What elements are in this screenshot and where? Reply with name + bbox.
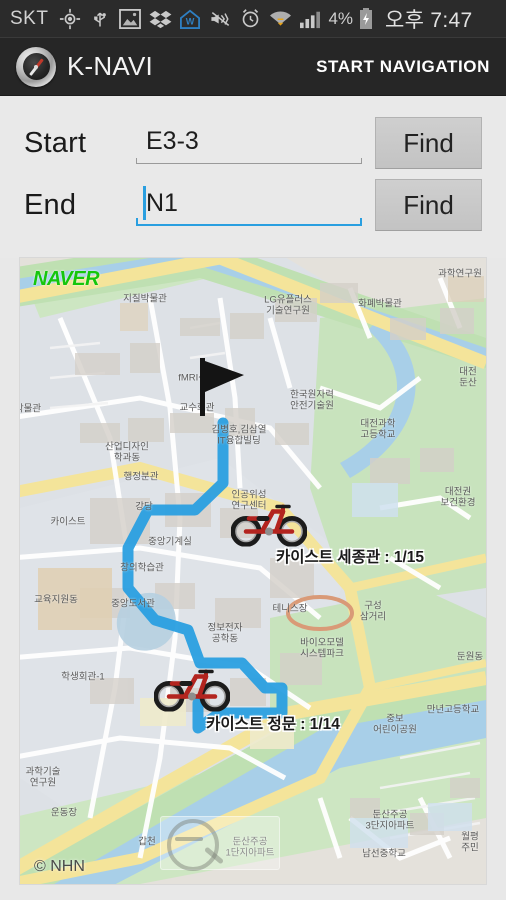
- carrier-label: SKT: [10, 7, 49, 29]
- clock-label: 오후 7:47: [385, 8, 473, 32]
- map-view[interactable]: NAVER 지질박물관 LG유플러스 기술연구원 화폐박물관 과학연구원 fMR…: [20, 258, 486, 884]
- zoom-out-icon[interactable]: [160, 816, 280, 871]
- start-navigation-button[interactable]: START NAVIGATION: [314, 51, 492, 83]
- start-row: Start E3-3 Find: [24, 112, 482, 174]
- end-label: End: [24, 188, 77, 221]
- battery-charging-icon: [357, 7, 375, 31]
- naver-logo: NAVER: [33, 268, 100, 290]
- battery-percent-label: 4%: [328, 8, 354, 28]
- find-end-button[interactable]: Find: [375, 179, 482, 231]
- app-bar: K-NAVI START NAVIGATION: [0, 38, 506, 96]
- bicycle-icon[interactable]: [153, 664, 231, 717]
- dropbox-icon: [148, 7, 172, 31]
- phone-screen: SKT W 4% 오후 7:47 K-NAVI START NAVIGATION…: [0, 0, 506, 900]
- home-w-icon: W: [178, 7, 202, 31]
- end-input-underline: [136, 218, 362, 226]
- mute-vibrate-icon: [208, 7, 232, 31]
- alarm-icon: [238, 7, 262, 31]
- page-title: K-NAVI: [67, 51, 153, 81]
- start-input[interactable]: E3-3: [136, 117, 362, 169]
- signal-bars-icon: [298, 7, 322, 31]
- minus-sign: [175, 837, 203, 841]
- find-start-button[interactable]: Find: [375, 117, 482, 169]
- end-input-value: N1: [146, 189, 178, 217]
- end-row: End N1 Find: [24, 174, 482, 236]
- station-label: 카이스트 세종관 : 1/15: [275, 549, 425, 566]
- usb-icon: [88, 7, 112, 31]
- end-input[interactable]: N1: [136, 179, 362, 231]
- bicycle-icon[interactable]: [230, 499, 308, 552]
- magnifier-ring: [167, 819, 219, 871]
- map-canvas: [20, 258, 486, 884]
- gps-icon: [58, 7, 82, 31]
- gallery-icon: [118, 7, 142, 31]
- route-form: Start E3-3 Find End N1 Find: [0, 96, 506, 258]
- station-label: 카이스트 정문 : 1/14: [206, 716, 340, 733]
- start-label: Start: [24, 126, 87, 159]
- wifi-download-icon: [268, 7, 292, 31]
- start-input-value: E3-3: [146, 127, 199, 155]
- compass-icon: [16, 46, 56, 87]
- status-bar: SKT W 4% 오후 7:47: [0, 0, 506, 38]
- map-copyright: © NHN: [34, 858, 85, 875]
- svg-text:W: W: [186, 16, 195, 26]
- flag-icon: [200, 358, 246, 421]
- start-input-underline: [136, 158, 362, 164]
